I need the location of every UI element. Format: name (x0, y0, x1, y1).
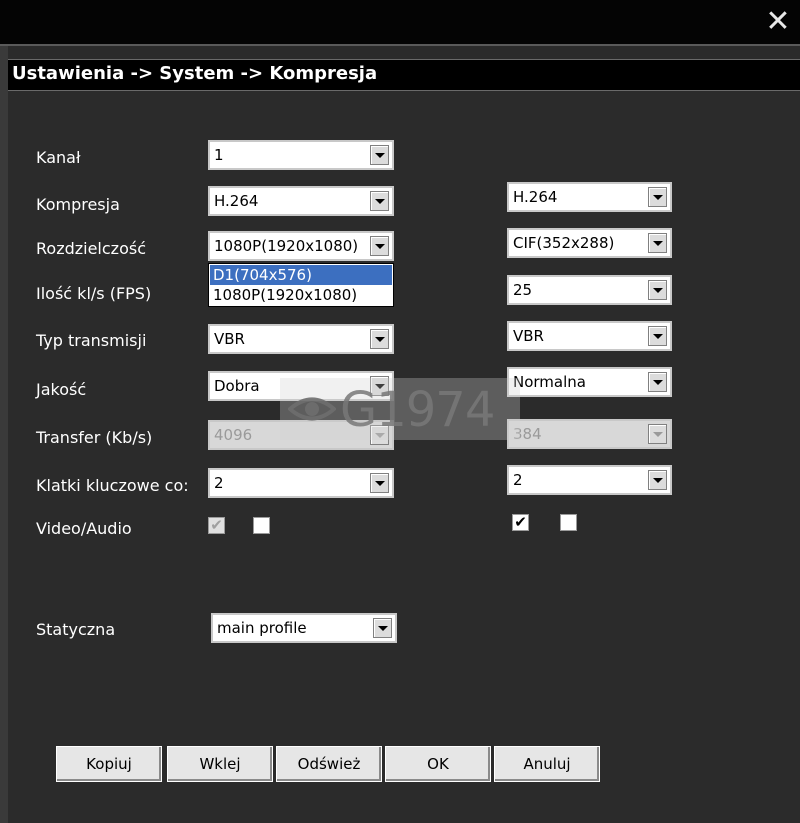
chevron-down-icon[interactable] (370, 329, 389, 349)
keyframes-select[interactable]: 2 (208, 468, 394, 498)
cancel-button[interactable]: Anuluj (494, 746, 600, 782)
extra-fps-select[interactable]: 25 (507, 275, 672, 305)
label-resolution: Rozdzielczość (36, 239, 146, 258)
watermark-text: G1974 (340, 382, 495, 438)
top-bar (0, 0, 800, 44)
ok-button[interactable]: OK (385, 746, 491, 782)
extra-resolution-value: CIF(352x288) (513, 234, 615, 252)
chevron-down-icon[interactable] (370, 191, 389, 211)
main-video-checkbox: ✔ (208, 517, 225, 534)
label-bitrate: Transfer (Kb/s) (36, 428, 153, 447)
transmission-type-select[interactable]: VBR (208, 324, 394, 354)
extra-quality-select[interactable]: Normalna (507, 367, 672, 397)
extra-fps-value: 25 (513, 281, 533, 299)
resolution-option-1080p[interactable]: 1080P(1920x1080) (210, 285, 392, 305)
chevron-down-icon[interactable] (648, 372, 667, 392)
dialog-titlebar: Ustawienia -> System -> Kompresja (8, 59, 800, 91)
compression-select[interactable]: H.264 (208, 186, 394, 216)
label-fps: Ilość kl/s (FPS) (36, 284, 152, 303)
label-compression: Kompresja (36, 195, 120, 214)
label-transmission-type: Typ transmisji (36, 331, 147, 350)
extra-compression-select[interactable]: H.264 (507, 182, 672, 212)
chevron-down-icon[interactable] (648, 187, 667, 207)
label-video-audio: Video/Audio (36, 519, 132, 538)
static-profile-select[interactable]: main profile (211, 613, 397, 643)
label-quality: Jakość (36, 380, 87, 399)
compression-value: H.264 (214, 192, 259, 210)
chevron-down-icon (648, 424, 667, 444)
extra-audio-checkbox[interactable] (560, 514, 577, 531)
label-static: Statyczna (36, 620, 116, 639)
chevron-down-icon[interactable] (370, 473, 389, 493)
chevron-down-icon[interactable] (648, 233, 667, 253)
eye-icon (288, 397, 336, 421)
chevron-down-icon[interactable] (370, 145, 389, 165)
extra-quality-value: Normalna (513, 373, 586, 391)
extra-keyframes-select[interactable]: 2 (507, 465, 672, 495)
quality-value: Dobra (214, 377, 260, 395)
transmission-type-value: VBR (214, 330, 245, 348)
static-profile-value: main profile (217, 619, 307, 637)
main-audio-checkbox[interactable] (253, 517, 270, 534)
resolution-option-d1[interactable]: D1(704x576) (210, 265, 392, 285)
extra-resolution-select[interactable]: CIF(352x288) (507, 228, 672, 258)
watermark: G1974 (280, 378, 520, 440)
extra-compression-value: H.264 (513, 188, 558, 206)
keyframes-value: 2 (214, 474, 224, 492)
channel-value: 1 (214, 146, 224, 164)
channel-select[interactable]: 1 (208, 140, 394, 170)
bitrate-value: 4096 (214, 426, 253, 444)
chevron-down-icon[interactable] (648, 326, 667, 346)
extra-transmission-type-select[interactable]: VBR (507, 321, 672, 351)
extra-bitrate-select: 384 (507, 419, 672, 449)
label-channel: Kanał (36, 148, 81, 167)
resolution-select[interactable]: 1080P(1920x1080) (208, 231, 394, 261)
chevron-down-icon[interactable] (373, 618, 392, 638)
copy-button[interactable]: Kopiuj (56, 746, 162, 782)
chevron-down-icon[interactable] (648, 470, 667, 490)
chevron-down-icon[interactable] (370, 236, 389, 256)
extra-keyframes-value: 2 (513, 471, 523, 489)
paste-button[interactable]: Wklej (167, 746, 273, 782)
extra-transmission-type-value: VBR (513, 327, 544, 345)
dialog-border (0, 46, 8, 823)
refresh-button[interactable]: Odśwież (276, 746, 382, 782)
label-keyframes: Klatki kluczowe co: (36, 476, 189, 495)
dialog-title: Ustawienia -> System -> Kompresja (12, 63, 378, 84)
chevron-down-icon[interactable] (648, 280, 667, 300)
resolution-value: 1080P(1920x1080) (214, 237, 359, 255)
extra-video-checkbox[interactable]: ✔ (512, 514, 529, 531)
close-icon[interactable]: ✕ (762, 6, 794, 38)
resolution-dropdown-list: D1(704x576) 1080P(1920x1080) (208, 263, 394, 307)
